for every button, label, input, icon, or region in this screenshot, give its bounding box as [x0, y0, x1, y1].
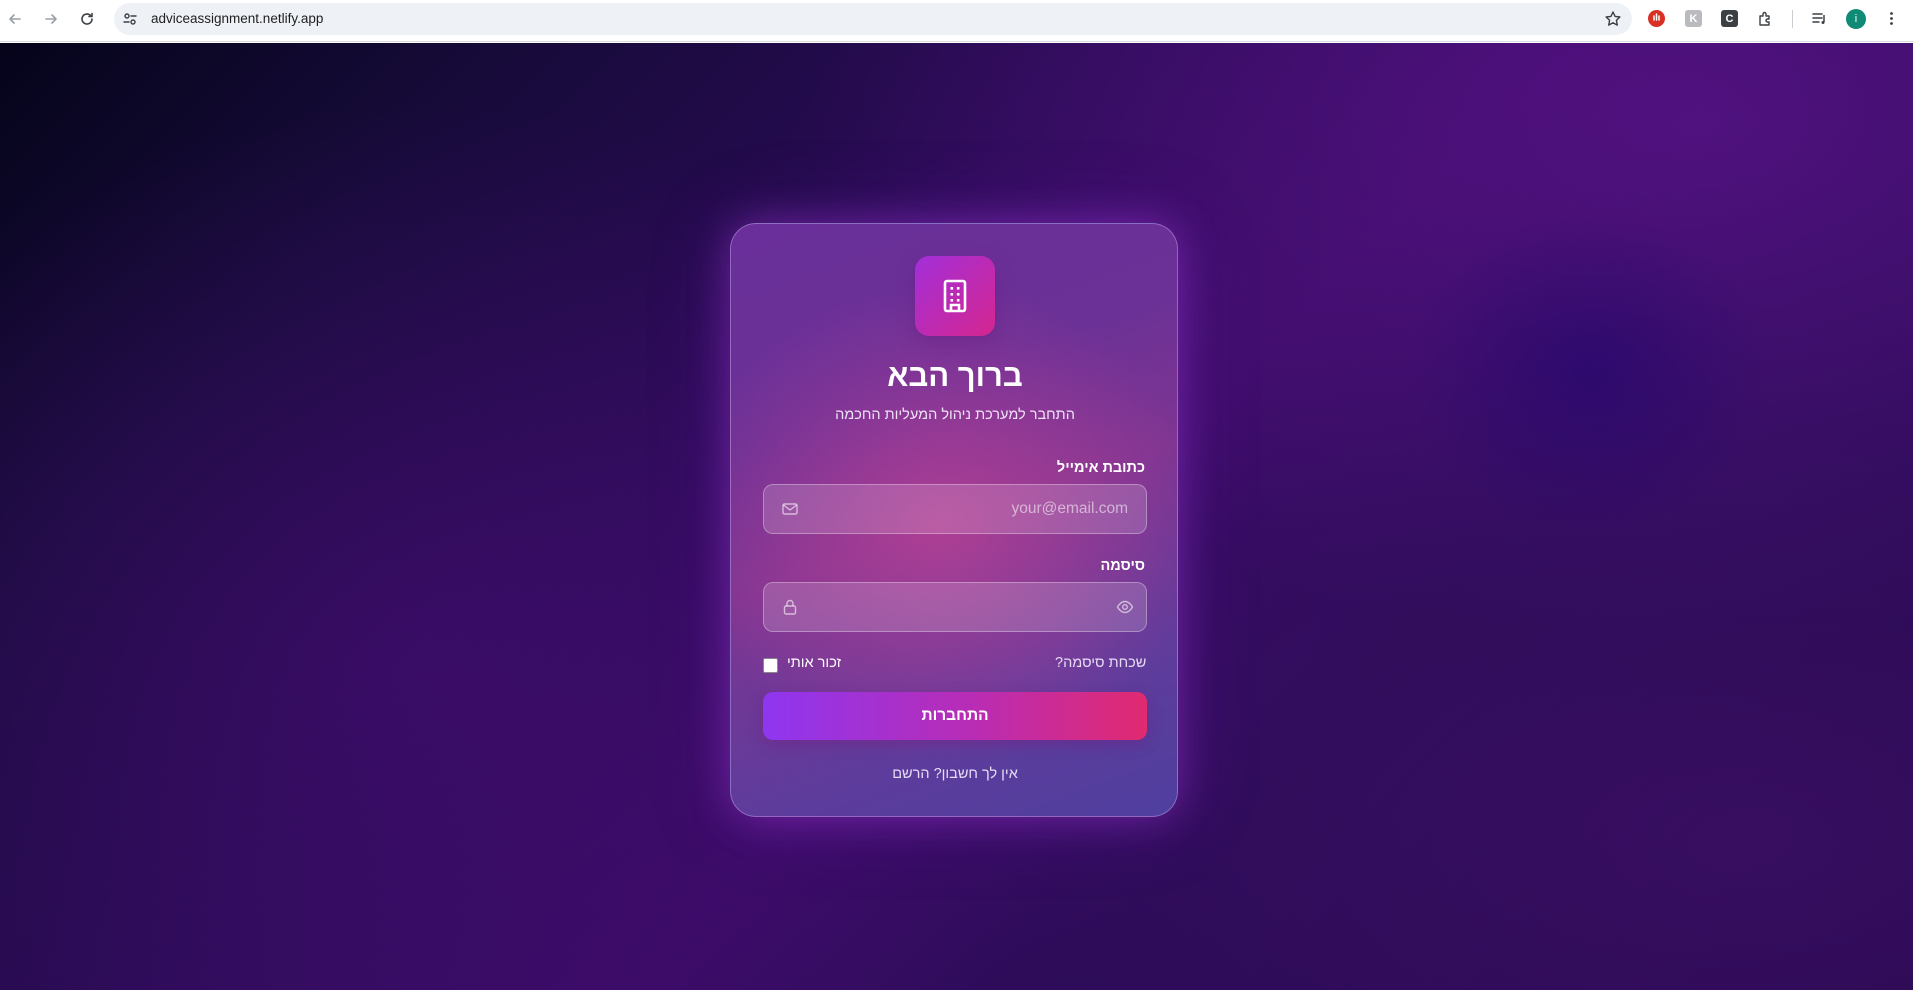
url-text[interactable]: adviceassignment.netlify.app — [151, 11, 323, 27]
reload-button[interactable] — [76, 8, 98, 30]
puzzle-extensions-icon[interactable] — [1757, 10, 1774, 27]
k-extension-icon[interactable]: K — [1685, 10, 1702, 27]
login-button[interactable]: התחברות — [763, 692, 1147, 740]
site-settings-icon[interactable] — [122, 11, 138, 27]
password-input[interactable] — [812, 583, 1130, 631]
mail-icon — [781, 500, 799, 518]
toolbar-separator — [1792, 10, 1793, 28]
remember-me-label[interactable]: זכור אותי — [787, 655, 841, 671]
forgot-password-link[interactable]: שכחת סיסמה? — [1055, 655, 1146, 671]
bookmark-star-icon[interactable] — [1604, 10, 1622, 28]
remember-me-checkbox[interactable] — [763, 658, 778, 673]
login-page: ברוך הבא התחבר למערכת ניהול המעליות החכמ… — [0, 43, 1913, 990]
back-arrow-icon — [9, 14, 21, 24]
forward-arrow-icon — [45, 14, 57, 24]
password-label: סיסמה — [1100, 558, 1145, 574]
login-card: ברוך הבא התחבר למערכת ניהול המעליות החכמ… — [730, 223, 1178, 817]
signup-link[interactable]: אין לך חשבון? הרשם — [731, 766, 1179, 782]
c-extension-icon[interactable]: C — [1721, 10, 1738, 27]
email-field-wrapper — [763, 484, 1147, 534]
lock-icon — [781, 598, 799, 616]
reload-icon — [81, 12, 93, 25]
kebab-menu-icon[interactable] — [1883, 10, 1900, 27]
password-field-wrapper — [763, 582, 1147, 632]
show-password-eye-icon[interactable] — [1116, 598, 1134, 616]
page-title: ברוך הבא — [887, 358, 1023, 393]
building-icon — [943, 279, 967, 313]
remember-forgot-row: שכחת סיסמה? זכור אותי — [731, 655, 1179, 675]
stop-sign-extension-icon[interactable] — [1648, 10, 1665, 27]
page-subtitle: התחבר למערכת ניהול המעליות החכמה — [835, 407, 1075, 423]
browser-toolbar: adviceassignment.netlify.app K C i — [0, 0, 1913, 42]
email-input[interactable] — [812, 485, 1130, 533]
back-button[interactable] — [4, 8, 26, 30]
profile-avatar[interactable]: i — [1846, 9, 1866, 29]
forward-button[interactable] — [40, 8, 62, 30]
app-logo — [915, 256, 995, 336]
address-bar[interactable]: adviceassignment.netlify.app — [114, 3, 1632, 35]
email-label: כתובת אימייל — [1056, 460, 1145, 476]
media-queue-icon[interactable] — [1811, 10, 1828, 27]
